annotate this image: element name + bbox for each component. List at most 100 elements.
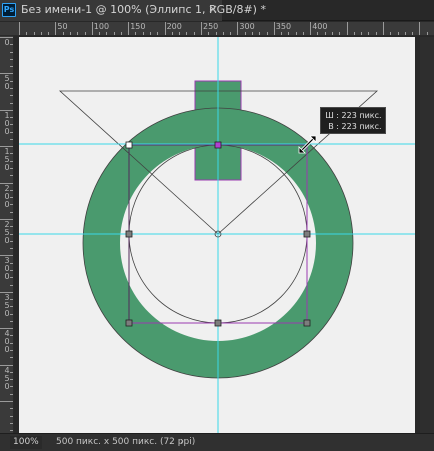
ruler-top-tick (288, 32, 290, 35)
ruler-top-tick (251, 32, 253, 35)
ruler-top-label: 50 (57, 22, 68, 31)
canvas[interactable] (15, 37, 419, 433)
ruler-top-tick (142, 32, 144, 35)
ruler-top-tick (383, 22, 384, 35)
ruler-top-tick (404, 32, 406, 35)
ruler-top-tick (273, 22, 275, 35)
ruler-left-tick (10, 58, 13, 60)
ruler-top-tick (91, 22, 93, 35)
ruler-top-tick (120, 32, 122, 35)
ruler-left-label: 450 (4, 365, 10, 391)
ruler-left[interactable]: 0 50 100 150 200 250 300 350 400 450 (0, 36, 14, 433)
ruler-left-label: 0 (4, 38, 10, 47)
ruler-top-tick (193, 32, 195, 35)
workspace[interactable] (15, 37, 419, 433)
ruler-top-tick (332, 32, 334, 35)
document-tab[interactable]: Ps Без имени-1 @ 100% (Эллипс 1, RGB/8#)… (0, 0, 266, 21)
ruler-top-tick (375, 32, 377, 35)
ruler-top-tick (69, 32, 71, 35)
status-bar: 100% 500 пикс. x 500 пикс. (72 ppi) › (0, 433, 434, 451)
tooltip-width-label: Ш : (325, 111, 339, 120)
ruler-left-tick (10, 51, 13, 53)
ruler-top-tick (164, 22, 166, 35)
handle-bottom-left (125, 319, 133, 327)
ruler-top-label: 150 (130, 22, 146, 31)
ruler-left-tick (10, 138, 13, 140)
ruler-top-tick (99, 32, 101, 35)
handle-top-middle (214, 141, 222, 149)
ruler-left-label: 150 (4, 147, 10, 173)
ruler-left-tick (10, 211, 13, 213)
transform-size-tooltip: Ш : 223 пикс. В : 223 пикс. (320, 107, 386, 134)
ruler-top-tick (295, 32, 297, 35)
ruler-top[interactable]: 50 100 150 200 250 300 350 400 (0, 22, 434, 36)
ruler-top-tick (40, 32, 42, 35)
ruler-top-tick (419, 22, 421, 35)
tooltip-height-label: В : (328, 122, 339, 131)
ruler-top-tick (48, 32, 50, 35)
status-menu-arrow-icon[interactable]: › (180, 436, 184, 447)
ruler-top-label: 350 (275, 22, 292, 31)
handle-bottom-middle (214, 319, 222, 327)
ruler-top-tick (302, 32, 304, 35)
ruler-top-tick (157, 32, 159, 35)
photoshop-logo-icon: Ps (2, 3, 16, 17)
handle-middle-left (125, 230, 133, 238)
ruler-top-tick (244, 32, 246, 35)
tooltip-height-row: В : 223 пикс. (325, 121, 381, 132)
ruler-left-label: 50 (4, 74, 10, 92)
ruler-top-tick (77, 32, 79, 35)
ruler-top-tick (230, 32, 232, 35)
close-icon[interactable]: × (208, 2, 218, 16)
ruler-top-label: 100 (93, 22, 110, 31)
document-title: Без имени-1 @ 100% (Эллипс 1, RGB/8#) * (21, 3, 266, 16)
document-info: 500 пикс. x 500 пикс. (72 ppi) (56, 437, 196, 447)
ruler-left-label: 100 (4, 110, 10, 136)
ruler-left-label: 350 (4, 292, 10, 318)
ruler-top-tick (135, 32, 137, 35)
ruler-left-tick (10, 393, 13, 395)
ruler-top-tick (84, 32, 86, 35)
zoom-field[interactable]: 100% (10, 436, 42, 449)
ruler-top-tick (215, 32, 217, 35)
ruler-left-tick (10, 408, 13, 410)
ruler-top-tick (310, 22, 312, 35)
ruler-top-tick (281, 32, 283, 35)
ruler-top-tick (412, 32, 414, 35)
ruler-left-tick (10, 175, 13, 177)
tooltip-width-row: Ш : 223 пикс. (325, 110, 381, 121)
ruler-top-tick (390, 32, 392, 35)
ruler-left-tick (10, 430, 13, 432)
ruler-left-label: 300 (4, 256, 10, 282)
ruler-top-tick (19, 22, 20, 35)
handle-middle-right (303, 230, 311, 238)
ruler-top-tick (397, 32, 399, 35)
ruler-top-label: 200 (166, 22, 182, 31)
ruler-top-tick (426, 32, 428, 35)
ruler-top-tick (26, 32, 28, 35)
ruler-top-tick (324, 32, 326, 35)
ruler-top-tick (55, 22, 57, 35)
ruler-left-label: 250 (4, 220, 10, 245)
ruler-top-tick (339, 32, 341, 35)
vertical-scrollbar[interactable] (420, 37, 434, 433)
ruler-left-tick (10, 102, 13, 104)
ruler-top-tick (113, 32, 115, 35)
ruler-top-tick (368, 32, 370, 35)
ruler-top-tick (201, 22, 202, 35)
handle-top-left (125, 141, 133, 149)
ruler-top-tick (208, 32, 210, 35)
ruler-left-label: 400 (4, 329, 10, 355)
ruler-top-label: 300 (239, 22, 255, 31)
ruler-top-tick (171, 32, 173, 35)
tooltip-height-value: 223 пикс. (341, 122, 382, 131)
ruler-top-tick (259, 32, 261, 35)
ruler-top-tick (361, 32, 363, 35)
document-tab-bar: Ps Без имени-1 @ 100% (Эллипс 1, RGB/8#)… (0, 0, 434, 21)
ruler-left-label: 200 (4, 183, 10, 209)
ruler-top-tick (179, 32, 181, 35)
handle-bottom-right (303, 319, 311, 327)
ruler-left-tick (10, 422, 13, 424)
ruler-top-tick (62, 32, 64, 35)
ruler-top-tick (33, 32, 35, 35)
